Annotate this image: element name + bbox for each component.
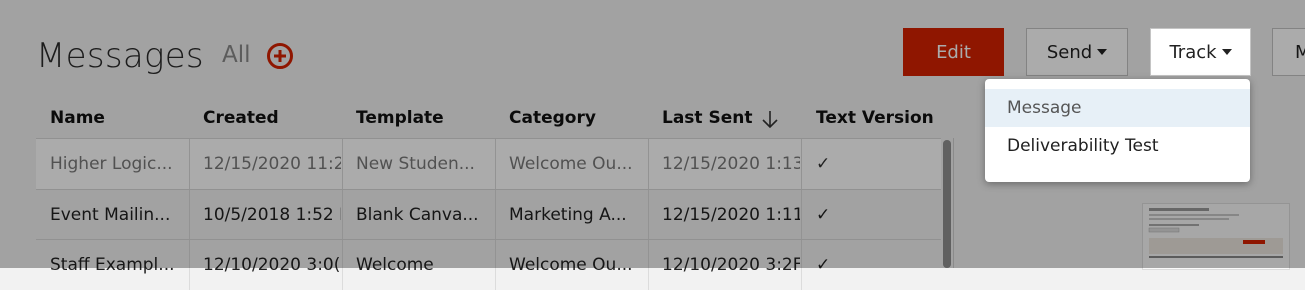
column-header-name[interactable]: Name xyxy=(50,108,105,128)
column-divider xyxy=(648,240,649,290)
chevron-down-icon xyxy=(1221,49,1232,55)
cell-last-sent: 12/15/2020 1:13 xyxy=(662,154,800,174)
column-divider xyxy=(495,139,496,189)
send-button-label: Send xyxy=(1046,41,1093,63)
track-dropdown-menu: Message Deliverability Test xyxy=(985,79,1250,182)
cell-created: 12/15/2020 11:21 xyxy=(203,154,341,174)
cell-category: Marketing A... xyxy=(509,205,627,225)
cell-last-sent: 12/10/2020 3:2F xyxy=(662,255,800,275)
column-header-category[interactable]: Category xyxy=(509,108,596,128)
page-title: Messages xyxy=(36,36,204,76)
column-divider xyxy=(648,139,649,189)
panel-divider xyxy=(953,138,954,268)
column-divider xyxy=(342,190,343,240)
edit-button[interactable]: Edit xyxy=(903,28,1004,76)
track-button-label: Track xyxy=(1169,41,1217,63)
cell-category: Welcome Ou... xyxy=(509,255,633,275)
menu-item-deliverability-test[interactable]: Deliverability Test xyxy=(985,127,1250,165)
track-button[interactable]: Track xyxy=(1150,28,1251,76)
column-header-template[interactable]: Template xyxy=(356,108,444,128)
chevron-down-icon xyxy=(1097,49,1108,55)
column-divider xyxy=(495,190,496,240)
message-preview-thumbnail[interactable] xyxy=(1142,203,1290,270)
checkmark-icon: ✓ xyxy=(816,205,831,225)
column-divider xyxy=(189,240,190,290)
preview-image xyxy=(1148,208,1283,258)
cell-created: 10/5/2018 1:52 F xyxy=(203,205,341,225)
table-row[interactable]: Event Mailin... 10/5/2018 1:52 F Blank C… xyxy=(36,189,941,240)
column-header-text-version[interactable]: Text Version xyxy=(816,108,934,128)
cell-category: Welcome Ou... xyxy=(509,154,633,174)
column-header-last-sent[interactable]: Last Sent xyxy=(662,108,752,128)
table-row[interactable]: Staff Exampl... 12/10/2020 3:0( Welcome … xyxy=(36,239,941,290)
checkmark-icon: ✓ xyxy=(816,154,831,174)
column-divider xyxy=(342,240,343,290)
column-divider xyxy=(189,139,190,189)
cell-name: Event Mailin... xyxy=(50,205,171,225)
cell-template: Welcome xyxy=(356,255,434,275)
cell-name: Staff Exampl... xyxy=(50,255,175,275)
column-divider xyxy=(801,190,802,240)
column-header-created[interactable]: Created xyxy=(203,108,279,128)
arrow-down-icon[interactable] xyxy=(760,108,780,130)
plus-circle-icon[interactable] xyxy=(266,42,294,70)
cell-last-sent: 12/15/2020 1:11 f xyxy=(662,205,800,225)
filter-all-link[interactable]: All xyxy=(222,42,251,68)
cell-name: Higher Logic... xyxy=(50,154,173,174)
checkmark-icon: ✓ xyxy=(816,255,831,275)
more-button-label: M xyxy=(1295,41,1305,63)
column-divider xyxy=(801,139,802,189)
cell-created: 12/10/2020 3:0( xyxy=(203,255,341,275)
more-button[interactable]: M xyxy=(1272,28,1305,76)
scrollbar-thumb[interactable] xyxy=(943,140,951,268)
edit-button-label: Edit xyxy=(936,41,971,63)
column-divider xyxy=(189,190,190,240)
messages-table: Name Created Template Category Last Sent… xyxy=(36,98,953,138)
table-row[interactable]: Higher Logic... 12/15/2020 11:21 New Stu… xyxy=(36,138,941,189)
cell-template: Blank Canva... xyxy=(356,205,479,225)
send-button[interactable]: Send xyxy=(1026,28,1128,76)
column-divider xyxy=(801,240,802,290)
column-divider xyxy=(495,240,496,290)
column-divider xyxy=(342,139,343,189)
column-divider xyxy=(648,190,649,240)
table-header: Name Created Template Category Last Sent… xyxy=(36,98,953,138)
cell-template: New Studen... xyxy=(356,154,475,174)
menu-item-message[interactable]: Message xyxy=(985,89,1250,127)
